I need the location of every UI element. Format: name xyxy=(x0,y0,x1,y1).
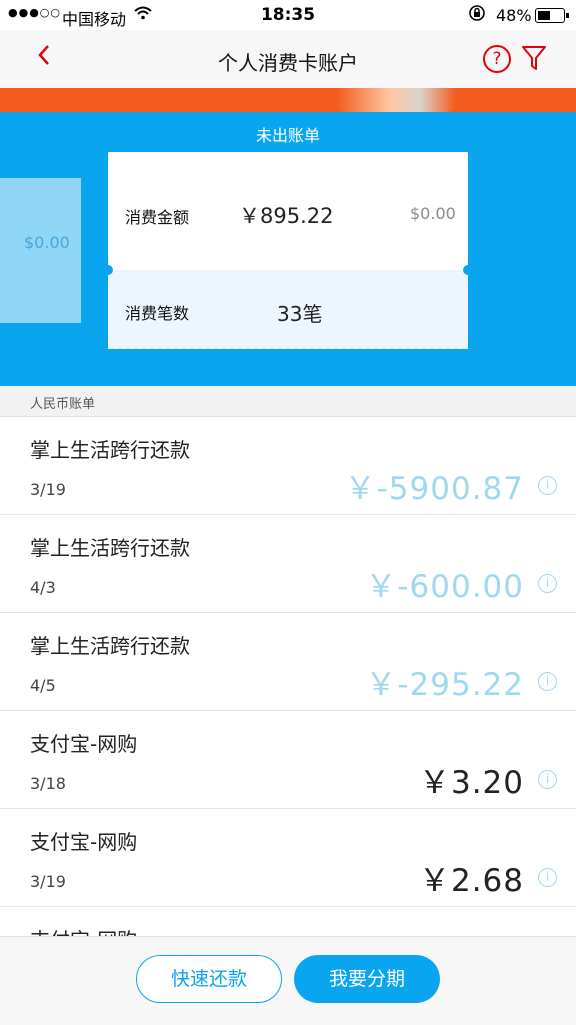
spend-count-value: 33笔 xyxy=(277,302,323,326)
info-icon[interactable]: i xyxy=(538,476,557,495)
transaction-amount: ￥-295.22 xyxy=(365,667,524,703)
spend-amount-value: ￥895.22 xyxy=(239,204,334,228)
transaction-description: 支付宝-网购 xyxy=(30,830,138,854)
transaction-amount: ￥2.68 xyxy=(418,863,524,899)
info-icon[interactable]: i xyxy=(538,672,557,691)
help-button[interactable]: ? xyxy=(483,45,511,73)
promo-banner[interactable] xyxy=(0,88,576,112)
transaction-row[interactable]: 支付宝-网购 3/18 ￥3.20 i xyxy=(0,711,576,809)
transaction-date: 3/19 xyxy=(30,872,66,891)
previous-bill-card[interactable]: $0.00 xyxy=(0,178,81,323)
status-bar: ●●●○○ 中国移动 18:35 48% xyxy=(0,0,576,30)
transaction-amount: ￥3.20 xyxy=(418,765,524,801)
transaction-date: 3/19 xyxy=(30,480,66,499)
transaction-row[interactable]: 掌上生活跨行还款 4/5 ￥-295.22 i xyxy=(0,613,576,711)
section-header: 人民币账单 xyxy=(0,386,576,417)
transaction-row[interactable]: 掌上生活跨行还款 4/3 ￥-600.00 i xyxy=(0,515,576,613)
installment-button[interactable]: 我要分期 xyxy=(294,955,440,1003)
clock: 18:35 xyxy=(260,5,316,25)
banner-image xyxy=(336,88,456,112)
section-title: 人民币账单 xyxy=(30,397,96,412)
previous-bill-amount: $0.00 xyxy=(24,233,70,252)
transaction-description: 掌上生活跨行还款 xyxy=(30,634,190,658)
spend-amount-usd: $0.00 xyxy=(410,204,456,223)
info-icon[interactable]: i xyxy=(538,868,557,887)
filter-button[interactable] xyxy=(521,44,547,76)
battery-percent: 48% xyxy=(496,6,532,25)
transaction-row[interactable]: 支付宝-网购 3/19 ￥2.68 i xyxy=(0,809,576,907)
filter-icon xyxy=(522,46,546,70)
rotation-lock-icon xyxy=(468,4,486,26)
spend-amount-label: 消费金额 xyxy=(125,208,190,227)
current-bill-card[interactable]: 消费金额 ￥895.22 $0.00 消费笔数 33笔 xyxy=(103,152,473,352)
action-bar: 快速还款 我要分期 xyxy=(0,936,576,1025)
bill-summary: 未出账单 $0.00 消费金额 ￥895.22 $0.00 消费笔数 33笔 xyxy=(0,112,576,386)
spend-count-label: 消费笔数 xyxy=(125,304,190,323)
card-notch-left xyxy=(103,265,113,275)
battery-icon xyxy=(535,8,569,23)
transaction-row[interactable]: 支付宝-网购 xyxy=(0,907,576,937)
info-icon[interactable]: i xyxy=(538,574,557,593)
unbilled-heading: 未出账单 xyxy=(255,126,320,145)
transaction-amount: ￥-600.00 xyxy=(365,569,524,605)
transaction-date: 4/3 xyxy=(30,578,56,597)
quick-repay-button[interactable]: 快速还款 xyxy=(136,955,282,1003)
transaction-description: 掌上生活跨行还款 xyxy=(30,536,190,560)
transaction-date: 3/18 xyxy=(30,774,66,793)
transaction-list[interactable]: 掌上生活跨行还款 3/19 ￥-5900.87 i 掌上生活跨行还款 4/3 ￥… xyxy=(0,417,576,937)
nav-bar: 个人消费卡账户 ? xyxy=(0,30,576,88)
transaction-description: 支付宝-网购 xyxy=(30,732,138,756)
transaction-description: 掌上生活跨行还款 xyxy=(30,438,190,462)
card-perforation xyxy=(108,346,468,352)
transaction-date: 4/5 xyxy=(30,676,56,695)
transaction-row[interactable]: 掌上生活跨行还款 3/19 ￥-5900.87 i xyxy=(0,417,576,515)
transaction-amount: ￥-5900.87 xyxy=(344,471,524,507)
card-notch-right xyxy=(463,265,473,275)
info-icon[interactable]: i xyxy=(538,770,557,789)
